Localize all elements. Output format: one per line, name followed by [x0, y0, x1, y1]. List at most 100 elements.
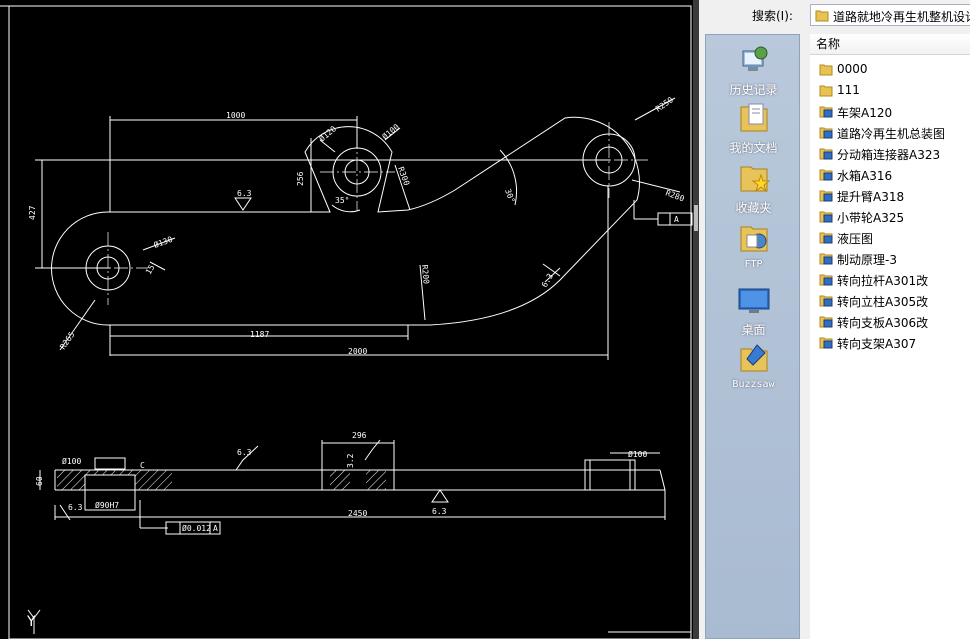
arm-section-view[interactable]: [54, 459, 666, 511]
file-list-item[interactable]: 液压图: [810, 227, 970, 248]
file-name: 转向支板A306改: [837, 316, 929, 330]
tol-value: Ø0.012: [182, 523, 211, 533]
dwg-file-icon: [819, 190, 833, 202]
dim-1000: 1000: [226, 111, 245, 120]
place-buzzsaw[interactable]: Buzzsaw: [706, 341, 801, 390]
file-list-item[interactable]: 转向拉杆A301改: [810, 269, 970, 290]
tol-ref-a-bottom: A: [213, 524, 218, 533]
place-history[interactable]: 历史记录: [706, 43, 801, 98]
file-list-item[interactable]: 制动原理-3: [810, 248, 970, 269]
y-axis-label: Y: [26, 614, 36, 630]
tol-ref-c: C: [140, 461, 145, 470]
radius-e: R200: [420, 264, 431, 284]
place-label: 桌面: [741, 323, 766, 337]
file-name: 液压图: [837, 232, 874, 246]
file-name: 车架A120: [837, 106, 893, 120]
diameter-c: Ø100: [380, 121, 401, 141]
file-list-item[interactable]: 0000: [810, 59, 970, 80]
favorites-icon: [737, 161, 771, 195]
search-folder-combobox[interactable]: 道路就地冷再生机整机设计: [810, 4, 970, 26]
place-my-documents[interactable]: 我的文档: [706, 101, 801, 156]
file-rows: 0000 111 车架A120 道路冷再生机总装图分动箱连接器A323 水箱A316 提升…: [810, 55, 970, 353]
dim-296: 296: [352, 431, 367, 440]
my-documents-icon: [737, 101, 771, 135]
place-label: 收藏夹: [735, 201, 772, 215]
file-open-dialog: 搜索(I): 道路就地冷再生机整机设计 历史记录 我的文档 收藏夹 FTP 桌面…: [699, 0, 970, 639]
folder-icon: [819, 85, 833, 97]
search-label: 搜索(I):: [752, 9, 793, 23]
dwg-file-icon: [819, 253, 833, 265]
roughness-c: 6.3: [237, 448, 252, 457]
place-label: 历史记录: [729, 83, 778, 97]
dim-1187: 1187: [250, 330, 269, 339]
diameter-e: Ø100: [628, 449, 647, 459]
dwg-file-icon: [819, 127, 833, 139]
folder-icon: [819, 64, 833, 76]
dim-427: 427: [28, 205, 37, 220]
desktop-icon: [737, 283, 771, 317]
radius-a: R265: [58, 330, 77, 351]
diameter-d: Ø100: [62, 456, 81, 466]
dwg-file-icon: [819, 211, 833, 223]
file-list-item[interactable]: 转向立柱A305改: [810, 290, 970, 311]
dwg-file-icon: [819, 232, 833, 244]
file-list-item[interactable]: 转向支板A306改: [810, 311, 970, 332]
diameter-a: Ø130: [152, 234, 174, 250]
file-name: 转向支架A307: [837, 337, 917, 351]
dim-2000: 2000: [348, 347, 367, 356]
dim-2450: 2450: [348, 509, 367, 518]
places-sidebar: 历史记录 我的文档 收藏夹 FTP 桌面 Buzzsaw: [705, 34, 800, 639]
file-name: 0000: [837, 62, 868, 76]
dwg-file-icon: [819, 169, 833, 181]
dim-angle-30: 30°: [503, 188, 516, 205]
diameter-b: Ø120: [317, 123, 338, 143]
file-name: 111: [837, 83, 860, 97]
history-icon: [737, 43, 771, 77]
column-header-name[interactable]: 名称: [810, 34, 970, 55]
dwg-file-icon: [819, 295, 833, 307]
dwg-file-icon: [819, 148, 833, 160]
place-ftp[interactable]: FTP: [706, 221, 801, 270]
file-list-item[interactable]: 车架A120: [810, 101, 970, 122]
file-name: 制动原理-3: [837, 253, 897, 267]
cad-canvas[interactable]: 1000 1187 2000 427 256 35° 30° 15 6.3 6.…: [0, 0, 693, 639]
place-label: Buzzsaw: [732, 379, 775, 390]
file-list[interactable]: 名称 0000 111 车架A120 道路冷再生机总装图分动箱连接器A323 水箱A31…: [810, 34, 970, 639]
dwg-file-icon: [819, 337, 833, 349]
drawing-border: [8, 5, 692, 639]
dim-60: 60: [35, 476, 44, 486]
place-desktop[interactable]: 桌面: [706, 283, 801, 338]
dwg-file-icon: [819, 316, 833, 328]
file-name: 水箱A316: [837, 169, 893, 183]
search-folder-value: 道路就地冷再生机整机设计: [833, 10, 970, 24]
file-name: 分动箱连接器A323: [837, 148, 941, 162]
file-name: 转向拉杆A301改: [837, 274, 929, 288]
place-label: FTP: [744, 259, 763, 270]
file-list-item[interactable]: 111: [810, 80, 970, 101]
folder-icon: [815, 10, 829, 22]
file-list-item[interactable]: 转向支架A307: [810, 332, 970, 353]
radius-d: R280: [664, 188, 685, 203]
splitter-grip[interactable]: [694, 205, 698, 231]
file-list-item[interactable]: 分动箱连接器A323: [810, 143, 970, 164]
file-name: 转向立柱A305改: [837, 295, 929, 309]
place-favorites[interactable]: 收藏夹: [706, 161, 801, 216]
file-list-item[interactable]: 水箱A316: [810, 164, 970, 185]
file-list-item[interactable]: 道路冷再生机总装图: [810, 122, 970, 143]
ftp-icon: [737, 221, 771, 255]
roughness-f: 3.2: [346, 453, 355, 468]
dwg-file-icon: [819, 274, 833, 286]
arm-front-view[interactable]: [51, 116, 640, 326]
fit-90h7: Ø90H7: [95, 500, 119, 510]
file-name: 提升臂A318: [837, 190, 905, 204]
radius-c: R250: [654, 95, 675, 114]
dim-256: 256: [296, 171, 305, 186]
roughness-a: 6.3: [237, 189, 252, 198]
file-name: 小带轮A325: [837, 211, 905, 225]
file-list-item[interactable]: 小带轮A325: [810, 206, 970, 227]
tol-ref-a: A: [674, 215, 679, 224]
dim-angle-35: 35°: [335, 196, 349, 205]
file-list-item[interactable]: 提升臂A318: [810, 185, 970, 206]
roughness-e: 6.3: [68, 503, 83, 512]
cad-drawing-area[interactable]: 1000 1187 2000 427 256 35° 30° 15 6.3 6.…: [0, 0, 693, 639]
